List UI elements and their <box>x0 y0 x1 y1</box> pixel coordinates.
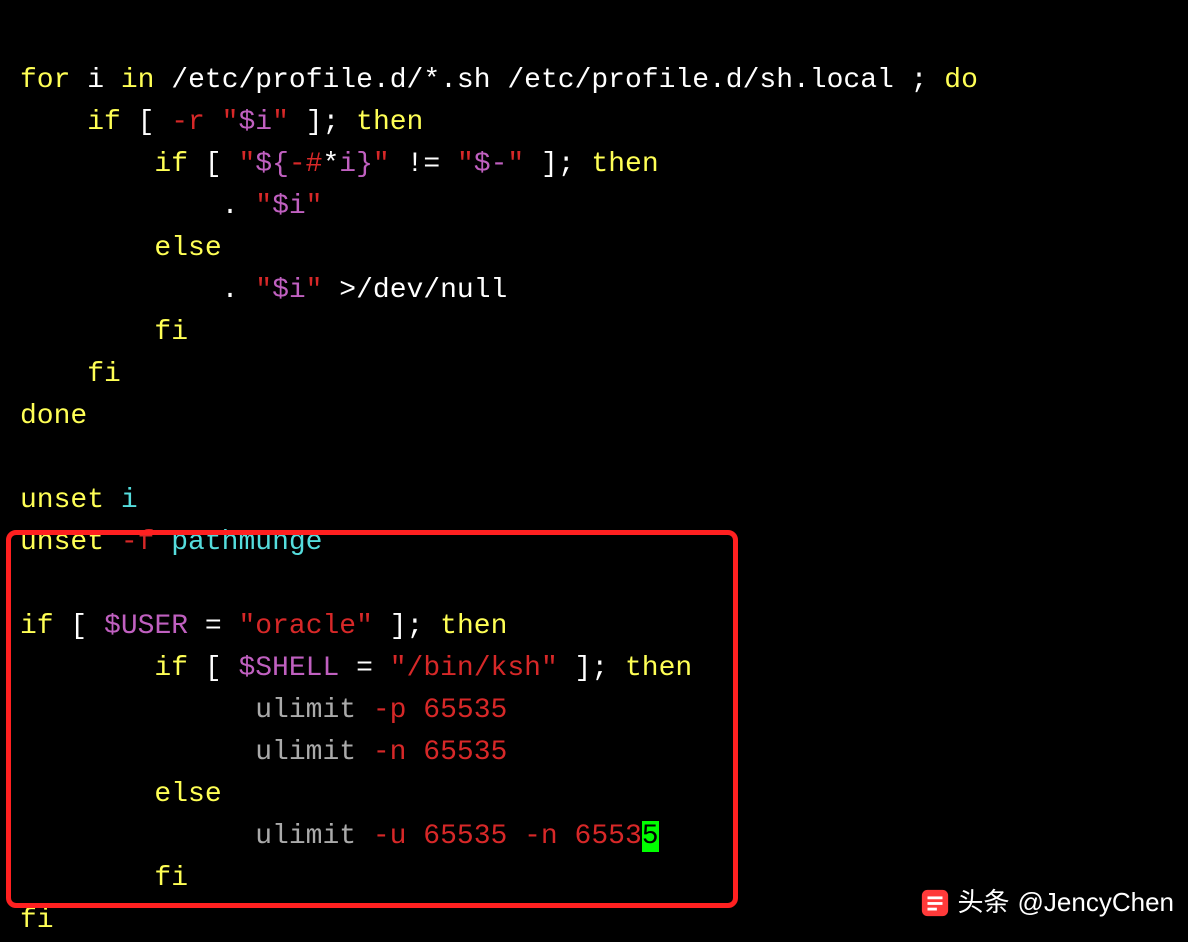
code-line: . "$i" <box>20 191 322 222</box>
code-line: fi <box>20 317 188 348</box>
code-line: ulimit -p 65535 <box>20 695 507 726</box>
code-line: fi <box>20 863 188 894</box>
code-line: else <box>20 779 222 810</box>
code-line: fi <box>20 359 121 390</box>
code-line: if [ "${-#*i}" != "$-" ]; then <box>20 149 659 180</box>
toutiao-logo-icon <box>920 888 950 918</box>
code-line: ulimit -n 65535 <box>20 737 507 768</box>
code-block: for i in /etc/profile.d/*.sh /etc/profil… <box>20 18 1168 942</box>
blank-line <box>20 569 37 600</box>
code-line: unset i <box>20 485 138 516</box>
code-line: fi <box>20 905 54 936</box>
code-line: if [ -r "$i" ]; then <box>20 107 423 138</box>
watermark: 头条 @JencyChen <box>920 883 1175 922</box>
blank-line <box>20 443 37 474</box>
code-line: ulimit -u 65535 -n 65535 <box>20 821 659 852</box>
code-line: if [ $USER = "oracle" ]; then <box>20 611 507 642</box>
code-line: . "$i" >/dev/null <box>20 275 507 306</box>
cursor: 5 <box>642 821 659 852</box>
code-line: unset -f pathmunge <box>20 527 322 558</box>
code-line: done <box>20 401 87 432</box>
watermark-label: 头条 <box>958 883 1010 922</box>
code-line: if [ $SHELL = "/bin/ksh" ]; then <box>20 653 692 684</box>
watermark-handle: @JencyChen <box>1018 883 1174 922</box>
code-line: else <box>20 233 222 264</box>
code-line: for i in /etc/profile.d/*.sh /etc/profil… <box>20 65 978 96</box>
